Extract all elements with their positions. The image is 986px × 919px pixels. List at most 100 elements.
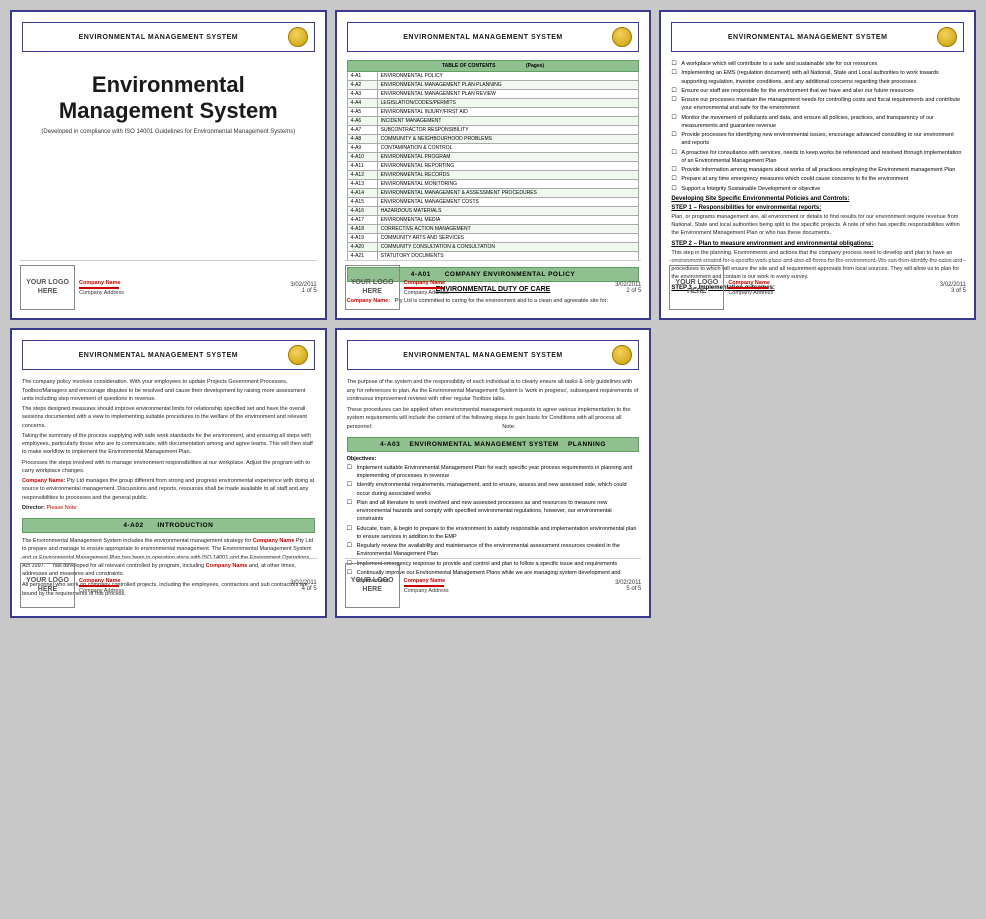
toc-number: 4-A14 bbox=[347, 189, 377, 198]
toc-row: 4-A6INCIDENT MANAGEMENT bbox=[347, 117, 639, 126]
footer-info-1: Company Name Company Address bbox=[79, 280, 286, 296]
footer-right-5: 3/02/2011 5 of 5 bbox=[615, 580, 641, 592]
header-title-4: ENVIRONMENTAL MANAGEMENT SYSTEM bbox=[29, 352, 288, 359]
toc-row: 4-A12ENVIRONMENTAL RECORDS bbox=[347, 171, 639, 180]
company-name-4: Company Name bbox=[79, 578, 121, 584]
checkbox-item: Support a Integrity Sustainable Developm… bbox=[671, 185, 964, 193]
footer-right-3: 3/02/2011 3 of 5 bbox=[940, 282, 966, 294]
toc-row: 4-A4LEGISLATION/CODES/PERMITS bbox=[347, 99, 639, 108]
toc-row: 4-A5ENVIRONMENTAL INJURY/FIRST AID bbox=[347, 108, 639, 117]
footer-right-1: 3/02/2011 1 of 5 bbox=[290, 282, 316, 294]
section-bar-5: 4-A03 ENVIRONMENTAL MANAGEMENT SYSTEM PL… bbox=[347, 437, 640, 452]
toc-label: CORRECTIVE ACTION MANAGEMENT bbox=[377, 225, 639, 234]
page-1: ENVIRONMENTAL MANAGEMENT SYSTEM Environm… bbox=[10, 10, 327, 320]
company-name-3: Company Name bbox=[728, 280, 770, 286]
company-address-4: Company Address bbox=[79, 588, 124, 594]
toc-row: 4-A15ENVIRONMENTAL MANAGEMENT COSTS bbox=[347, 198, 639, 207]
page-5-footer: YOUR LOGO HERE Company Name Company Addr… bbox=[345, 558, 642, 608]
footer-center-2: Company Name Company Address bbox=[404, 280, 611, 296]
page-3-footer: YOUR LOGO HERE Company Name Company Addr… bbox=[669, 260, 966, 310]
toc-label: ENVIRONMENTAL MANAGEMENT PLAN REVIEW bbox=[377, 90, 639, 99]
toc-number: 4-A13 bbox=[347, 180, 377, 189]
toc-number: 4-A16 bbox=[347, 207, 377, 216]
toc-row: 4-A16HAZARDOUS MATERIALS bbox=[347, 207, 639, 216]
company-name-1: Company Name bbox=[79, 280, 121, 286]
checkbox-item: Provide processes for identifying new en… bbox=[671, 131, 964, 148]
objectives-header-5: Objectives: bbox=[347, 456, 640, 462]
page4-paragraph: Director: Please Note: bbox=[22, 504, 315, 512]
toc-label: ENVIRONMENTAL MANAGEMENT PLAN PLANNING bbox=[377, 81, 639, 90]
toc-label: ENVIRONMENTAL POLICY bbox=[377, 72, 639, 81]
logo-box-5: YOUR LOGO HERE bbox=[345, 563, 400, 608]
toc-row: 4-A14ENVIRONMENTAL MANAGEMENT & ASSESSME… bbox=[347, 189, 639, 198]
logo-box-2: YOUR LOGO HERE bbox=[345, 265, 400, 310]
page-5: ENVIRONMENTAL MANAGEMENT SYSTEM The purp… bbox=[335, 328, 652, 618]
page4-paragraph: Taking the summary of the process supply… bbox=[22, 432, 315, 457]
page-4-header: ENVIRONMENTAL MANAGEMENT SYSTEM bbox=[22, 340, 315, 370]
footer-info-2: Company Name Company Address bbox=[404, 280, 611, 296]
toc-label: HAZARDOUS MATERIALS bbox=[377, 207, 639, 216]
page-2: ENVIRONMENTAL MANAGEMENT SYSTEM TABLE OF… bbox=[335, 10, 652, 320]
page-2-footer: YOUR LOGO HERE Company Name Company Addr… bbox=[345, 260, 642, 310]
document-grid: ENVIRONMENTAL MANAGEMENT SYSTEM Environm… bbox=[10, 10, 976, 618]
page-5-header: ENVIRONMENTAL MANAGEMENT SYSTEM bbox=[347, 340, 640, 370]
toc-row: 4-A18CORRECTIVE ACTION MANAGEMENT bbox=[347, 225, 639, 234]
toc-number: 4-A7 bbox=[347, 126, 377, 135]
footer-center-5: Company Name Company Address bbox=[404, 578, 611, 594]
footer-center-4: Company Name Company Address bbox=[79, 578, 286, 594]
objective-item: Regularly review the availability and ma… bbox=[347, 542, 640, 559]
toc-number: 4-A4 bbox=[347, 99, 377, 108]
toc-row: 4-A11ENVIRONMENTAL REPORTING bbox=[347, 162, 639, 171]
toc-number: 4-A19 bbox=[347, 234, 377, 243]
footer-page-1: 1 of 5 bbox=[302, 288, 317, 294]
toc-label: LEGISLATION/CODES/PERMITS bbox=[377, 99, 639, 108]
page-1-footer: YOUR LOGO HERE Company Name Company Addr… bbox=[20, 260, 317, 310]
empty-slot bbox=[659, 328, 976, 618]
toc-row: 4-A17ENVIRONMENTAL MEDIA bbox=[347, 216, 639, 225]
toc-label: INCIDENT MANAGEMENT bbox=[377, 117, 639, 126]
toc-number: 4-A8 bbox=[347, 135, 377, 144]
checkbox-item: Provide information among managers about… bbox=[671, 166, 964, 174]
step-header-1: STEP 1 – Responsibilities for environmen… bbox=[671, 205, 964, 211]
toc-number: 4-A10 bbox=[347, 153, 377, 162]
gold-coin-2 bbox=[612, 27, 632, 47]
toc-number: 4-A11 bbox=[347, 162, 377, 171]
objective-item: Implement suitable Environmental Managem… bbox=[347, 464, 640, 481]
toc-number: 4-A17 bbox=[347, 216, 377, 225]
toc-number: 4-A1 bbox=[347, 72, 377, 81]
toc-number: 4-A18 bbox=[347, 225, 377, 234]
footer-info-3: Company Name Company Address bbox=[728, 280, 935, 296]
page4-paragraph: Company Name: Pty Ltd manages the group … bbox=[22, 477, 315, 502]
toc-label: STATUTORY DOCUMENTS bbox=[377, 252, 639, 261]
toc-label: ENVIRONMENTAL PROGRAM bbox=[377, 153, 639, 162]
footer-info-5: Company Name Company Address bbox=[404, 578, 611, 594]
toc-label: COMMUNITY & NEIGHBOURHOOD PROBLEMS bbox=[377, 135, 639, 144]
red-line-4 bbox=[79, 585, 119, 587]
toc-label: ENVIRONMENTAL MANAGEMENT COSTS bbox=[377, 198, 639, 207]
page4-body: The company policy involves consideratio… bbox=[22, 378, 315, 512]
red-line-2 bbox=[404, 287, 444, 289]
logo-box-1: YOUR LOGO HERE bbox=[20, 265, 75, 310]
toc-label: ENVIRONMENTAL INJURY/FIRST AID bbox=[377, 108, 639, 117]
main-subtitle-text: (Developed in compliance with ISO 14001 … bbox=[32, 129, 305, 135]
footer-page-2: 2 of 5 bbox=[626, 288, 641, 294]
gold-coin-1 bbox=[288, 27, 308, 47]
toc-label: ENVIRONMENTAL MONITORING bbox=[377, 180, 639, 189]
toc-row: 4-A13ENVIRONMENTAL MONITORING bbox=[347, 180, 639, 189]
checkbox-list-3: A workplace which will contribute to a s… bbox=[671, 60, 964, 193]
company-address-5: Company Address bbox=[404, 588, 449, 594]
red-line-3 bbox=[728, 287, 768, 289]
toc-label: COMMUNITY ARTS AND SERVICES bbox=[377, 234, 639, 243]
logo-box-3: YOUR LOGO HERE bbox=[669, 265, 724, 310]
page-3: ENVIRONMENTAL MANAGEMENT SYSTEM A workpl… bbox=[659, 10, 976, 320]
company-name-2: Company Name bbox=[404, 280, 446, 286]
checkbox-item: Monitor the movement of pollutants and d… bbox=[671, 114, 964, 131]
page-4-footer: YOUR LOGO HERE Company Name Company Addr… bbox=[20, 558, 317, 608]
toc-number: 4-A5 bbox=[347, 108, 377, 117]
toc-row: 4-A19COMMUNITY ARTS AND SERVICES bbox=[347, 234, 639, 243]
toc-row: 4-A3ENVIRONMENTAL MANAGEMENT PLAN REVIEW bbox=[347, 90, 639, 99]
toc-label: ENVIRONMENTAL RECORDS bbox=[377, 171, 639, 180]
step-header-dev: Developing Site Specific Environmental P… bbox=[671, 196, 964, 202]
footer-right-2: 3/02/2011 2 of 5 bbox=[615, 282, 641, 294]
footer-page-5: 5 of 5 bbox=[626, 586, 641, 592]
